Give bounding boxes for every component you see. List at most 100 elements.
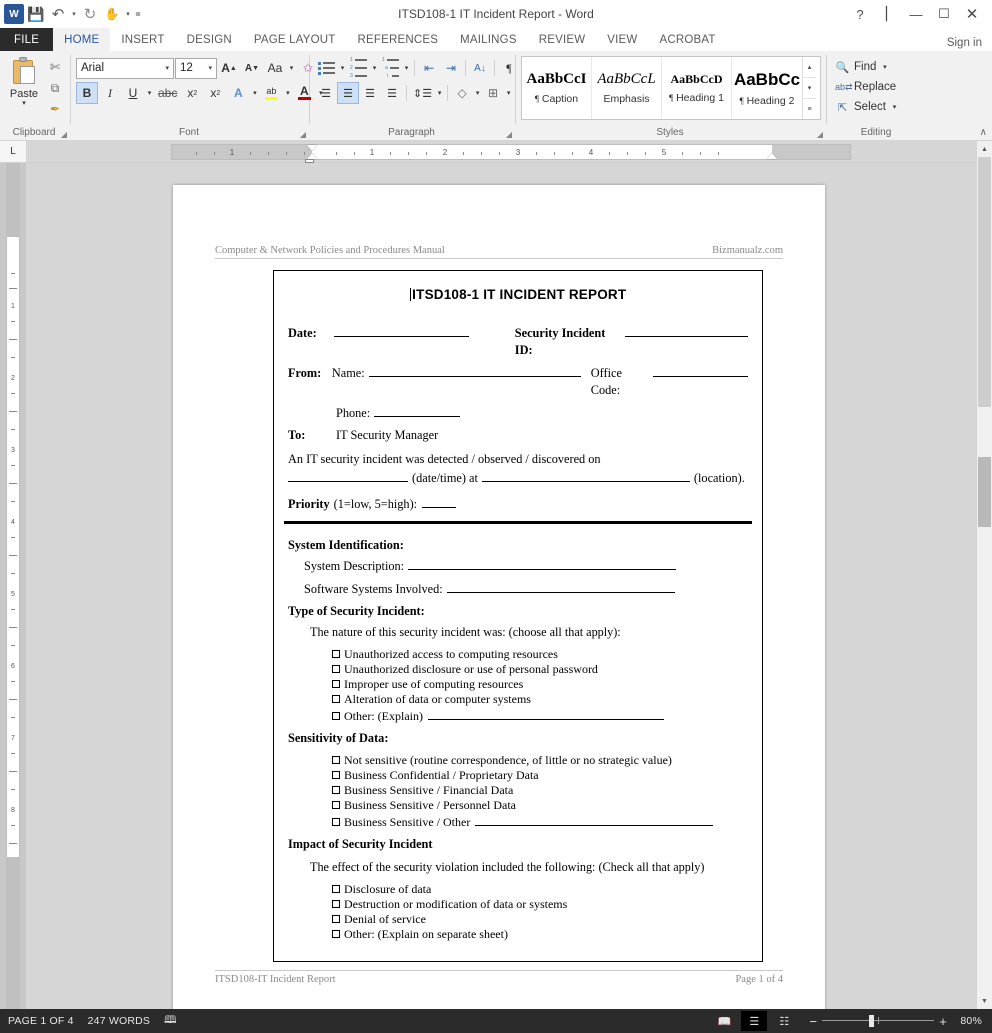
shading-dropdown-icon[interactable]: ▾	[473, 89, 482, 97]
decrease-indent-icon[interactable]: ⇤	[418, 57, 440, 79]
paste-button[interactable]: Paste ▾	[5, 55, 43, 107]
phone-input-line[interactable]	[374, 404, 460, 417]
line-spacing-icon[interactable]: ⇕☰	[410, 82, 435, 104]
checkbox-icon[interactable]	[332, 786, 340, 794]
help-icon[interactable]: ?	[846, 2, 874, 26]
styles-more-icon[interactable]: ≡	[803, 99, 816, 119]
status-page-indicator[interactable]: PAGE 1 OF 4	[8, 1015, 74, 1027]
text-effects-icon[interactable]: A	[227, 82, 249, 104]
touch-mode-dropdown-icon[interactable]: ▾	[124, 10, 132, 18]
checkbox-item[interactable]: Denial of service	[288, 912, 748, 927]
multilevel-list-icon[interactable]: 1 a i	[379, 57, 402, 79]
checkbox-icon[interactable]	[332, 900, 340, 908]
font-size-combo[interactable]: 12 ▾	[175, 58, 217, 79]
zoom-level-label[interactable]: 80%	[952, 1015, 982, 1027]
name-input-line[interactable]	[369, 364, 581, 377]
checkbox-item[interactable]: Other: (Explain)	[288, 707, 748, 724]
styles-scroll-up-icon[interactable]: ▴	[803, 57, 816, 78]
checkbox-icon[interactable]	[332, 756, 340, 764]
style-emphasis[interactable]: AaBbCcL Emphasis	[592, 57, 662, 119]
collapse-ribbon-icon[interactable]: ∧	[980, 127, 987, 138]
touch-mode-icon[interactable]: ✋	[102, 4, 122, 24]
tab-insert[interactable]: INSERT	[110, 28, 175, 51]
underline-dropdown-icon[interactable]: ▾	[145, 89, 154, 97]
numbering-icon[interactable]: 1 2 3	[347, 57, 370, 79]
font-name-combo[interactable]: Arial ▾	[76, 58, 174, 79]
tab-mailings[interactable]: MAILINGS	[449, 28, 528, 51]
checkbox-icon[interactable]	[332, 712, 340, 720]
align-right-icon[interactable]: ☰	[359, 82, 381, 104]
find-button[interactable]: 🔍 Find ▾	[832, 57, 892, 77]
style-heading-1[interactable]: AaBbCcD ¶ Heading 1	[662, 57, 732, 119]
line-spacing-dropdown-icon[interactable]: ▾	[435, 89, 444, 97]
zoom-out-icon[interactable]: −	[809, 1014, 817, 1029]
undo-dropdown-icon[interactable]: ▾	[70, 10, 78, 18]
maximize-icon[interactable]: ☐	[930, 2, 958, 26]
undo-icon[interactable]: ↶	[48, 4, 68, 24]
checkbox-item[interactable]: Destruction or modification of data or s…	[288, 897, 748, 912]
checkbox-icon[interactable]	[332, 665, 340, 673]
subscript-button[interactable]: x2	[181, 82, 203, 104]
close-icon[interactable]: ✕	[958, 2, 986, 26]
save-icon[interactable]: 💾	[26, 4, 46, 24]
bullets-dropdown-icon[interactable]: ▾	[338, 64, 347, 72]
tab-page-layout[interactable]: PAGE LAYOUT	[243, 28, 347, 51]
minimize-icon[interactable]: —	[902, 2, 930, 26]
scroll-up-icon[interactable]: ▲	[977, 141, 992, 157]
customize-qat-icon[interactable]: ≣	[134, 10, 142, 18]
change-case-dropdown-icon[interactable]: ▾	[287, 64, 296, 72]
styles-scroll-down-icon[interactable]: ▾	[803, 78, 816, 99]
scrollbar-secondary-thumb[interactable]	[978, 457, 991, 527]
vertical-ruler[interactable]: 1 2 3 4 5 6 7 8	[0, 163, 26, 1009]
grow-font-icon[interactable]: A▲	[218, 57, 240, 79]
style-caption[interactable]: AaBbCcI ¶ Caption	[522, 57, 592, 119]
superscript-button[interactable]: x2	[204, 82, 226, 104]
redo-icon[interactable]: ↻	[80, 4, 100, 24]
tab-selector-button[interactable]: L	[0, 141, 26, 163]
system-description-input-line[interactable]	[408, 557, 676, 570]
tab-home[interactable]: HOME	[53, 28, 110, 51]
font-dialog-launcher[interactable]: ◢	[300, 130, 306, 139]
align-left-icon[interactable]: ☰	[315, 82, 337, 104]
checkbox-item[interactable]: Business Sensitive / Other	[288, 813, 748, 830]
checkbox-item[interactable]: Unauthorized disclosure or use of person…	[288, 662, 748, 677]
zoom-slider-thumb[interactable]	[869, 1015, 874, 1027]
shading-icon[interactable]: ◇	[451, 82, 473, 104]
increase-indent-icon[interactable]: ⇥	[440, 57, 462, 79]
highlight-dropdown-icon[interactable]: ▾	[283, 89, 292, 97]
bullets-icon[interactable]	[315, 57, 338, 79]
checkbox-icon[interactable]	[332, 680, 340, 688]
styles-scrollbar[interactable]: ▴ ▾ ≡	[802, 57, 816, 119]
checkbox-item[interactable]: Other: (Explain on separate sheet)	[288, 927, 748, 942]
horizontal-ruler[interactable]: 1 1 2 3 4 5	[171, 144, 851, 160]
checkbox-icon[interactable]	[332, 885, 340, 893]
underline-button[interactable]: U	[122, 82, 144, 104]
checkbox-icon[interactable]	[332, 818, 340, 826]
select-dropdown-icon[interactable]: ▾	[890, 103, 899, 111]
style-heading-2[interactable]: AaBbCc ¶ Heading 2	[732, 57, 802, 119]
location-input-line[interactable]	[482, 469, 690, 482]
cut-icon[interactable]: ✄	[45, 58, 65, 76]
checkbox-icon[interactable]	[332, 771, 340, 779]
text-highlight-color-icon[interactable]: ab	[260, 82, 282, 104]
justify-icon[interactable]: ☰	[381, 82, 403, 104]
ribbon-display-options-icon[interactable]: ⎢	[874, 2, 902, 26]
zoom-in-icon[interactable]: +	[939, 1014, 947, 1029]
replace-button[interactable]: ab⇄ Replace	[832, 77, 899, 97]
borders-icon[interactable]: ⊞	[482, 82, 504, 104]
shrink-font-icon[interactable]: A▼	[241, 57, 263, 79]
align-center-icon[interactable]: ☰	[337, 82, 359, 104]
read-mode-icon[interactable]: 📖	[711, 1011, 737, 1031]
sensitivity-other-input-line[interactable]	[475, 813, 713, 826]
checkbox-icon[interactable]	[332, 801, 340, 809]
checkbox-item[interactable]: Business Confidential / Proprietary Data	[288, 768, 748, 783]
scroll-down-icon[interactable]: ▼	[977, 993, 992, 1009]
clipboard-dialog-launcher[interactable]: ◢	[61, 130, 67, 139]
font-size-dropdown-icon[interactable]: ▾	[206, 64, 216, 72]
select-button[interactable]: ⇱ Select ▾	[832, 97, 902, 117]
document-canvas[interactable]: Computer & Network Policies and Procedur…	[26, 163, 976, 1009]
sign-in-link[interactable]: Sign in	[947, 37, 992, 51]
checkbox-icon[interactable]	[332, 650, 340, 658]
checkbox-item[interactable]: Not sensitive (routine correspondence, o…	[288, 753, 748, 768]
checkbox-item[interactable]: Disclosure of data	[288, 882, 748, 897]
